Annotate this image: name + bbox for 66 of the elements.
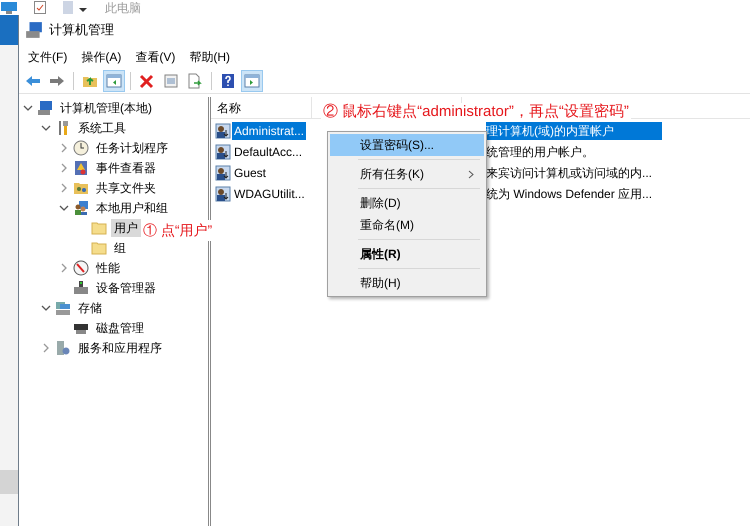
chevron-down-icon[interactable]	[41, 303, 51, 313]
tree-item[interactable]: 本地用户和组	[93, 199, 171, 217]
tree-item[interactable]: 任务计划程序	[93, 139, 171, 157]
computer-icon	[37, 100, 53, 116]
tree-item[interactable]: 服务和应用程序	[75, 339, 165, 357]
tree-item[interactable]: 共享文件夹	[93, 179, 159, 197]
user-name-cell[interactable]: WDAGUtilit...	[232, 184, 307, 202]
menu-option[interactable]: 帮助(H)	[330, 272, 484, 294]
folder-icon	[91, 240, 107, 256]
gauge-icon	[73, 260, 89, 276]
toolbar-button[interactable]	[103, 70, 125, 92]
menu-option[interactable]: 属性(R)	[330, 243, 484, 265]
help-icon	[220, 72, 236, 88]
page-icon	[63, 1, 73, 14]
tree-item[interactable]: 事件查看器	[93, 159, 159, 177]
user-icon	[215, 122, 231, 138]
description-cell: 理计算机(域)的内置帐户	[486, 122, 662, 140]
tree-item[interactable]: 组	[111, 239, 129, 257]
users-icon	[73, 200, 89, 216]
chevron-right-icon[interactable]	[59, 263, 69, 273]
action-pane-icon	[244, 72, 260, 88]
user-name-cell[interactable]: DefaultAcc...	[232, 142, 304, 160]
background-window-title: 此电脑	[105, 0, 141, 16]
user-icon	[215, 186, 231, 202]
user-name-cell[interactable]: Guest	[232, 164, 268, 182]
menu-option[interactable]: 所有任务(K)	[330, 163, 484, 185]
services-icon	[55, 340, 71, 356]
device-icon	[73, 280, 89, 296]
description-cell-text: 来宾访问计算机或访问域的内...	[486, 164, 654, 182]
shared-folder-icon	[73, 180, 89, 196]
window-title: 计算机管理	[49, 21, 114, 40]
app-computer-icon	[25, 21, 43, 39]
event-log-icon	[73, 160, 89, 176]
description-cell-text: 统管理的用户帐户。	[486, 144, 595, 160]
monitor-icon	[1, 2, 17, 14]
menu-item[interactable]: 查看(V)	[130, 45, 180, 68]
user-name-cell[interactable]: Administrat...	[232, 122, 306, 140]
annotation-text: ② 鼠标右键点“administrator”，再点“设置密码”	[321, 103, 631, 120]
tree-item[interactable]: 性能	[93, 259, 123, 277]
folder-icon	[91, 220, 107, 236]
user-icon	[215, 144, 231, 160]
export-list-icon	[187, 72, 203, 88]
tree-item[interactable]: 磁盘管理	[93, 319, 147, 337]
menu-option[interactable]: 删除(D)	[330, 192, 484, 214]
chevron-down-icon[interactable]	[59, 203, 69, 213]
storage-icon	[55, 300, 71, 316]
menu-option[interactable]: 重命名(M)	[330, 214, 484, 236]
column-header[interactable]: 名称	[211, 97, 312, 118]
tree-item[interactable]: 用户	[111, 219, 141, 237]
tree-item[interactable]: 系统工具	[75, 119, 129, 137]
description-cell-text: 统为 Windows Defender 应用...	[486, 186, 654, 202]
menu-item[interactable]: 文件(F)	[23, 45, 72, 68]
menu-item[interactable]: 帮助(H)	[184, 45, 235, 68]
annotation-text: ① 点“用户”	[142, 220, 214, 241]
toolbar-button[interactable]	[241, 70, 263, 92]
menu-option[interactable]: 设置密码(S)...	[330, 134, 484, 156]
tree-item[interactable]: 设备管理器	[93, 279, 159, 297]
tree-item[interactable]: 存储	[75, 299, 105, 317]
clock-icon	[73, 140, 89, 156]
delete-x-icon	[139, 72, 155, 88]
chevron-right-icon[interactable]	[41, 343, 51, 353]
console-tree-icon	[106, 72, 122, 88]
properties-sheet-icon	[163, 72, 179, 88]
tree-item[interactable]: 计算机管理(本地)	[57, 99, 155, 117]
user-icon	[215, 164, 231, 180]
menu-item[interactable]: 操作(A)	[76, 45, 126, 68]
